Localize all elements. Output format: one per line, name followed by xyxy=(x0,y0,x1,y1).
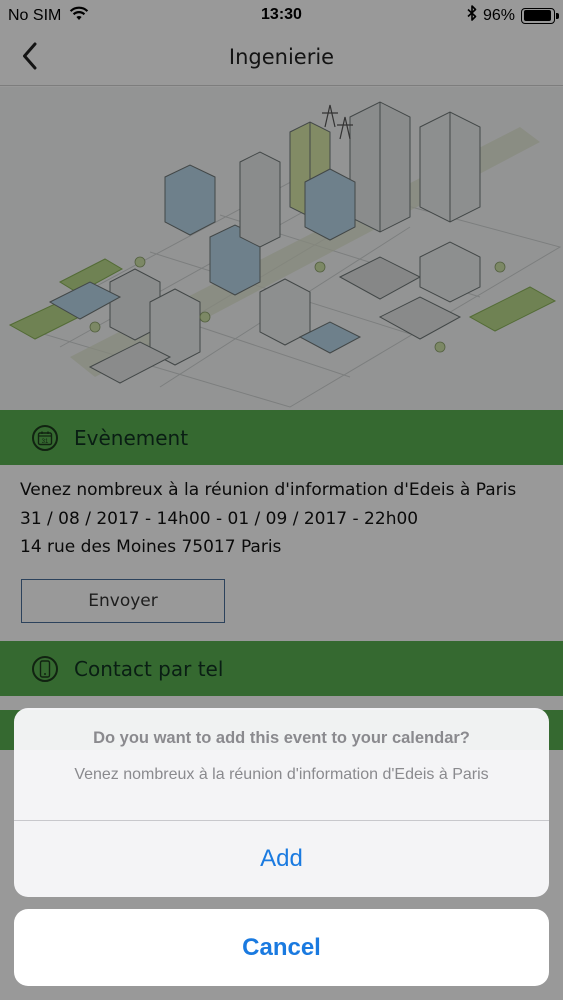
action-sheet-title: Do you want to add this event to your ca… xyxy=(93,729,470,747)
calendar-action-sheet: Do you want to add this event to your ca… xyxy=(14,708,549,897)
action-sheet-message: Venez nombreux à la réunion d'informatio… xyxy=(74,766,489,783)
add-button[interactable]: Add xyxy=(14,821,549,897)
cancel-button[interactable]: Cancel xyxy=(14,909,549,986)
